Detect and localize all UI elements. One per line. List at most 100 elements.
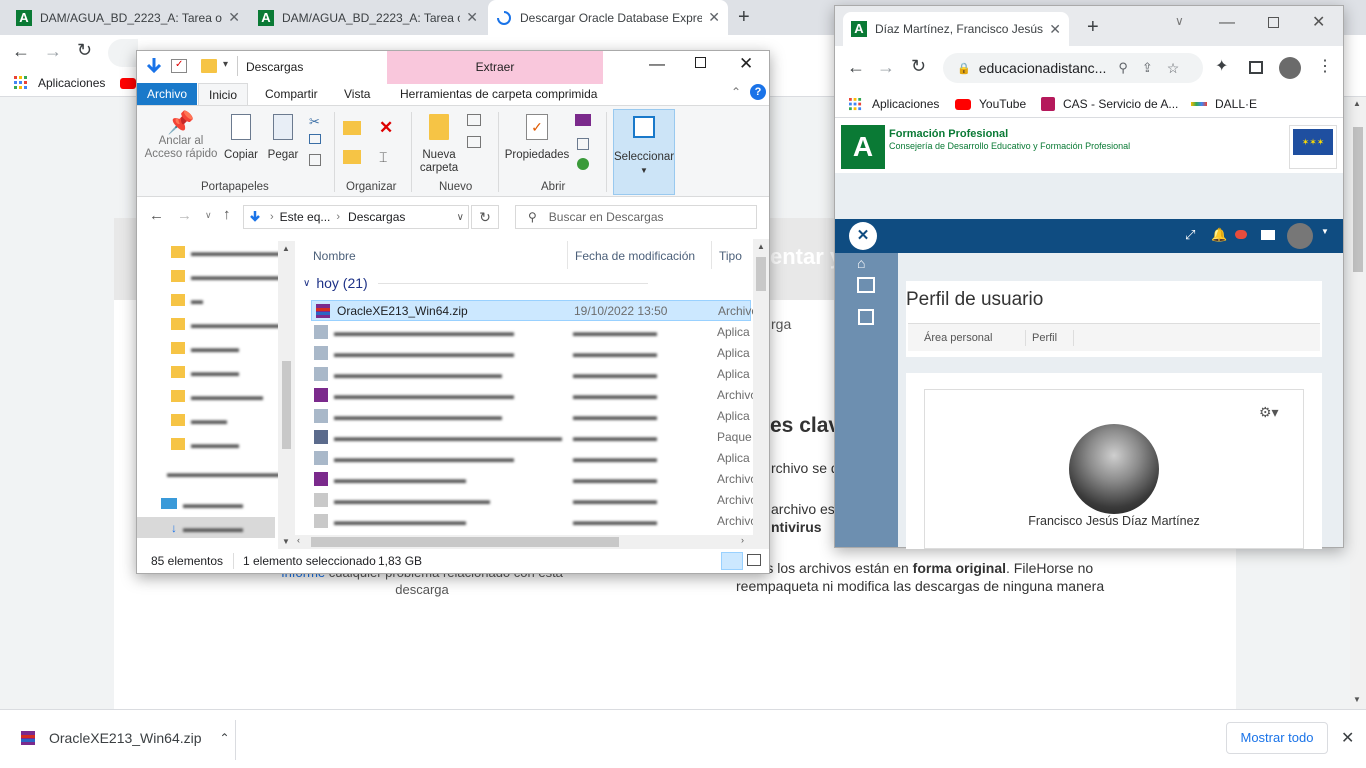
file-row[interactable]: ▬▬▬▬▬▬▬▬▬▬▬▬▬▬▬ ▬▬▬▬▬▬▬ Archivo	[311, 384, 757, 405]
scroll-thumb[interactable]	[282, 361, 291, 449]
youtube-icon[interactable]	[120, 78, 136, 89]
menu-icon[interactable]: ⋮	[1317, 56, 1333, 76]
search-box[interactable]: ⚲ Buscar en Descargas	[515, 205, 757, 229]
address-bar[interactable]	[108, 39, 138, 67]
new-item-icon[interactable]	[467, 114, 481, 126]
scroll-thumb[interactable]	[311, 537, 619, 547]
extensions-icon[interactable]: ✦	[1215, 56, 1228, 76]
filelist-h-scrollbar[interactable]: ‹ ›	[295, 535, 769, 549]
file-row[interactable]: ▬▬▬▬▬▬▬▬▬▬▬▬▬ ▬▬▬▬▬▬▬ Archivo	[311, 489, 757, 510]
customize-quick-icon[interactable]: ▾	[223, 59, 228, 70]
reload-button[interactable]: ↻	[911, 56, 926, 77]
column-date[interactable]: Fecha de modificación	[575, 249, 695, 263]
download-item[interactable]: OracleXE213_Win64.zip ⌃	[20, 730, 230, 746]
minimize-button[interactable]: —	[649, 56, 665, 74]
minimize-button[interactable]: —	[1219, 14, 1235, 32]
breadcrumb-item[interactable]: Área personal	[924, 332, 993, 344]
folder-item[interactable]: ▬▬▬▬	[137, 337, 287, 358]
scroll-thumb[interactable]	[756, 257, 766, 291]
downloads-item[interactable]: ↓ ▬▬▬▬▬	[137, 517, 275, 538]
close-window-button[interactable]: ✕	[739, 54, 753, 74]
up-button[interactable]: ↑	[223, 206, 231, 223]
file-row[interactable]: ▬▬▬▬▬▬▬▬▬▬▬▬▬▬ ▬▬▬▬▬▬▬ Aplica	[311, 363, 751, 384]
paste-button[interactable]: Pegar	[265, 114, 301, 162]
browser-tab-2[interactable]: A DAM/AGUA_BD_2223_A: Tarea on ✕	[250, 0, 486, 35]
edit-icon[interactable]	[577, 138, 589, 150]
group-header[interactable]: ∨ hoy (21)	[303, 275, 648, 291]
close-window-button[interactable]: ✕	[1312, 12, 1325, 32]
back-button[interactable]: ←	[12, 41, 30, 62]
notifications-icon[interactable]: 🔔	[1211, 227, 1227, 243]
folder-item[interactable]: ▬▬▬▬▬▬▬▬	[137, 265, 287, 286]
copy-path-icon[interactable]	[309, 134, 321, 144]
delete-icon[interactable]: ✕	[379, 118, 393, 138]
breadcrumb-item[interactable]: Perfil	[1032, 332, 1057, 344]
file-row[interactable]: ▬▬▬▬▬▬▬▬▬▬▬▬▬▬▬ ▬▬▬▬▬▬▬ Aplica	[311, 447, 751, 468]
close-drawer-button[interactable]: ✕	[849, 222, 877, 250]
chat-icon[interactable]	[1235, 230, 1247, 239]
folder-item[interactable]: ▬▬▬▬▬▬	[137, 385, 287, 406]
new-folder-button[interactable]: Nueva carpeta	[417, 114, 461, 175]
details-view-button[interactable]	[721, 552, 743, 570]
scroll-up-icon[interactable]: ▲	[1353, 99, 1361, 108]
large-icons-view-button[interactable]	[747, 554, 761, 566]
address-bar[interactable]: 🔒 educacionadistanc... ⚲ ⇪ ☆	[943, 53, 1203, 83]
chevron-down-icon[interactable]: ▼	[1321, 227, 1329, 236]
bookmark-apps[interactable]: Aplicaciones	[14, 76, 105, 90]
home-icon[interactable]: ⌂	[857, 255, 865, 271]
user-avatar[interactable]	[1287, 223, 1313, 249]
properties-button[interactable]: ✓ Propiedades	[503, 114, 571, 162]
new-tab-button[interactable]: +	[738, 6, 750, 29]
forward-button[interactable]: →	[877, 57, 895, 78]
zoom-icon[interactable]: ⚲	[1118, 60, 1128, 76]
file-row[interactable]: ▬▬▬▬▬▬▬▬▬▬▬▬▬▬▬ ▬▬▬▬▬▬▬ Aplica	[311, 342, 751, 363]
folder-item[interactable]: ▬▬▬	[137, 409, 287, 430]
bookmark-dalle[interactable]: DALL·E	[1191, 97, 1257, 111]
open-archive-icon[interactable]	[575, 114, 591, 126]
extraer-context-tab[interactable]: Extraer	[387, 51, 603, 84]
copy-button[interactable]: Copiar	[223, 114, 259, 162]
tab-search-icon[interactable]: ∨	[1175, 14, 1184, 28]
easy-access-icon[interactable]	[467, 136, 481, 148]
side-panel-icon[interactable]	[1249, 61, 1263, 74]
browser-tab-3[interactable]: Descargar Oracle Database Expre ✕	[488, 0, 728, 35]
close-download-bar-button[interactable]: ✕	[1341, 728, 1354, 748]
breadcrumb-item[interactable]: Este eq...	[280, 210, 331, 224]
recent-locations-icon[interactable]: ∨	[205, 210, 212, 221]
navpane-scrollbar[interactable]: ▲ ▼	[278, 241, 295, 549]
select-button[interactable]: Seleccionar ▼	[613, 109, 675, 195]
new-tab-button[interactable]: +	[1087, 16, 1099, 39]
page-scrollbar[interactable]: ▲ ▼	[1350, 97, 1366, 709]
folder-item[interactable]: ▬▬▬▬	[137, 433, 287, 454]
fullscreen-icon[interactable]: ⤢	[1185, 227, 1195, 243]
files-icon[interactable]	[858, 309, 874, 325]
onedrive-item[interactable]: ▬▬▬▬▬▬▬▬▬▬	[137, 462, 287, 483]
folder-item[interactable]: ▬▬▬▬	[137, 361, 287, 382]
chevron-up-icon[interactable]: ⌃	[220, 731, 230, 745]
bookmark-apps[interactable]: Aplicaciones	[849, 97, 939, 111]
ribbon-tab-vista[interactable]: Vista	[334, 83, 380, 105]
rename-icon[interactable]: ⌶	[379, 149, 387, 166]
file-row[interactable]: ▬▬▬▬▬▬▬▬▬▬▬▬▬▬▬ ▬▬▬▬▬▬▬ Aplica	[311, 321, 751, 342]
column-name[interactable]: Nombre	[313, 249, 356, 263]
history-icon[interactable]	[577, 158, 589, 170]
scroll-thumb[interactable]	[1353, 127, 1363, 272]
file-row[interactable]: ▬▬▬▬▬▬▬▬▬▬▬▬▬▬▬▬▬▬▬ ▬▬▬▬▬▬▬ Paque	[311, 426, 752, 447]
new-folder-quick-icon[interactable]	[201, 59, 217, 73]
collapse-ribbon-icon[interactable]: ⌃	[731, 85, 741, 99]
ribbon-tab-archivo[interactable]: Archivo	[137, 83, 198, 105]
reload-button[interactable]: ↻	[77, 40, 92, 61]
forward-button[interactable]: →	[177, 207, 192, 224]
bookmark-youtube[interactable]: YouTube	[955, 97, 1026, 111]
file-row[interactable]: ▬▬▬▬▬▬▬▬▬▬▬▬▬▬ ▬▬▬▬▬▬▬ Aplica	[311, 405, 751, 426]
copy-to-icon[interactable]	[343, 150, 361, 164]
column-type[interactable]: Tipo	[719, 249, 742, 263]
share-icon[interactable]: ⇪	[1142, 60, 1153, 76]
file-row[interactable]: ▬▬▬▬▬▬▬▬▬▬▬ ▬▬▬▬▬▬▬ Archivo	[311, 468, 757, 489]
close-tab-icon[interactable]: ✕	[466, 9, 478, 26]
close-tab-icon[interactable]: ✕	[1049, 21, 1061, 38]
ribbon-tab-herramientas[interactable]: Herramientas de carpeta comprimida	[390, 83, 607, 105]
maximize-button[interactable]	[1268, 17, 1279, 28]
file-row[interactable]: ▬▬▬▬▬▬▬▬▬▬▬ ▬▬▬▬▬▬▬ Archivo	[311, 510, 757, 531]
file-row-selected[interactable]: OracleXE213_Win64.zip 19/10/2022 13:50 A…	[311, 300, 758, 321]
